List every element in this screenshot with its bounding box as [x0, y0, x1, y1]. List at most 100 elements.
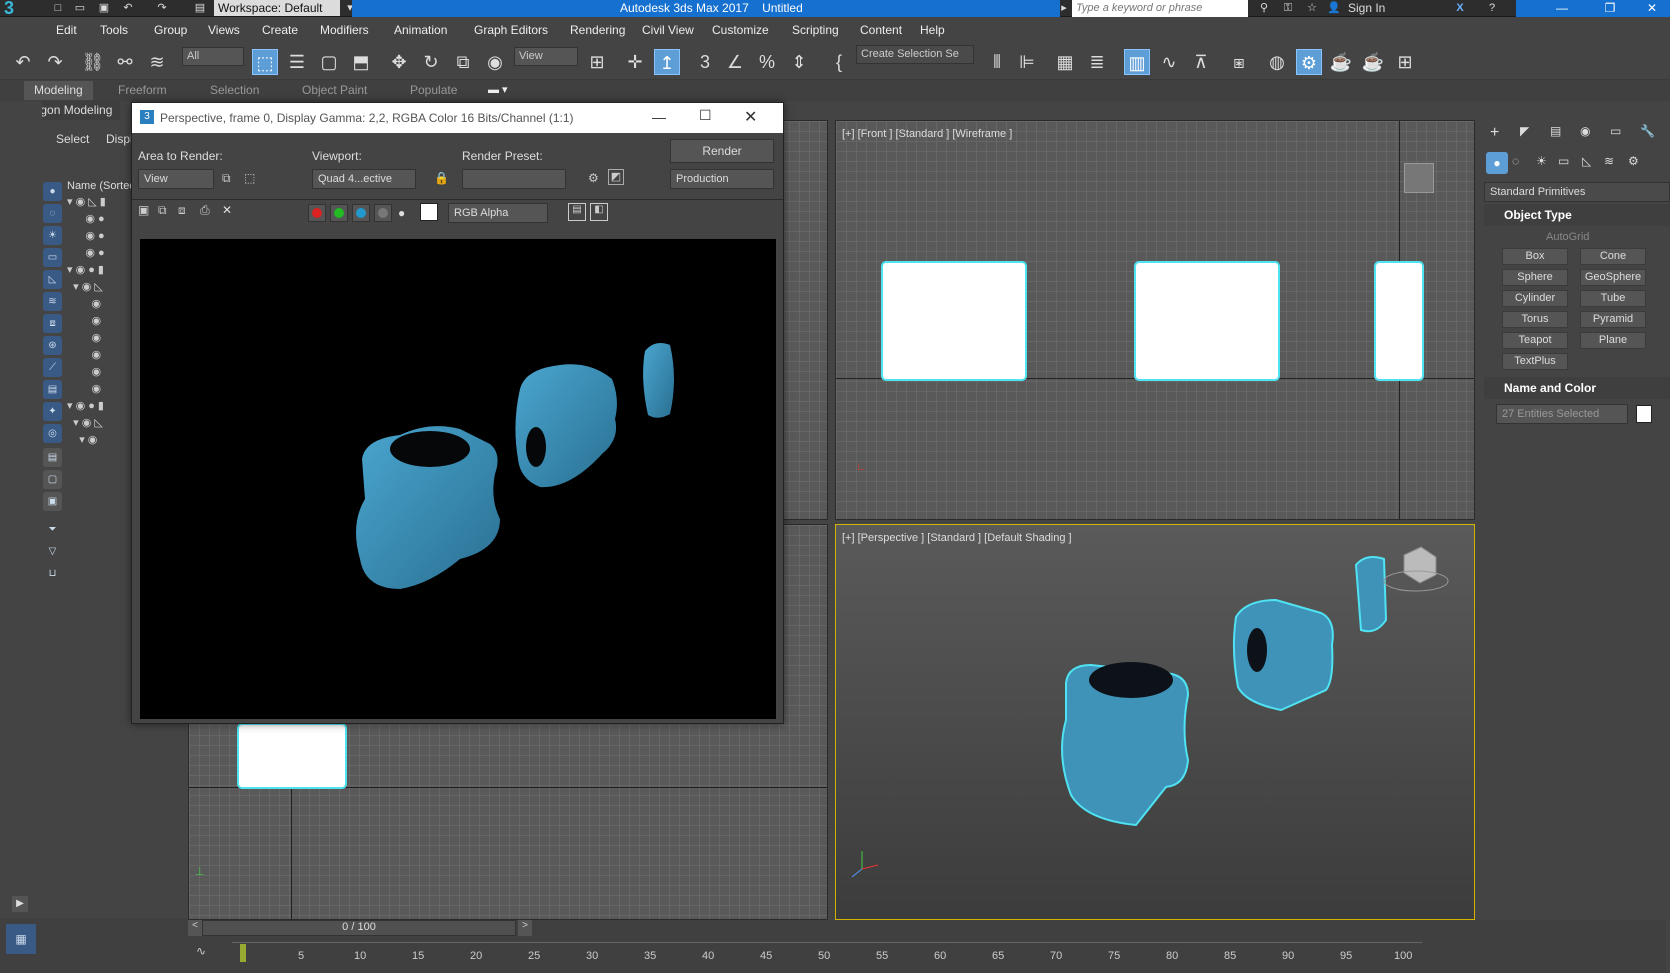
- geosphere-button[interactable]: GeoSphere: [1580, 269, 1646, 286]
- menu-create[interactable]: Create: [262, 23, 298, 37]
- menu-scripting[interactable]: Scripting: [792, 23, 839, 37]
- box-button[interactable]: Box: [1502, 248, 1568, 265]
- render-preset-dropdown[interactable]: [462, 169, 566, 189]
- tab-selection[interactable]: Selection: [210, 83, 259, 97]
- percent-snap-icon[interactable]: %: [754, 49, 780, 75]
- render-window-title[interactable]: Perspective, frame 0, Display Gamma: 2,2…: [132, 103, 783, 133]
- bind-space-warp-icon[interactable]: ≋: [144, 49, 170, 75]
- open-file-icon[interactable]: ▭: [72, 1, 88, 15]
- hierarchy-tab-icon[interactable]: ▤: [1550, 124, 1561, 138]
- reference-coordinate-dropdown[interactable]: View: [514, 47, 578, 66]
- help-icon[interactable]: ?: [1484, 1, 1500, 15]
- project-icon[interactable]: ▤: [192, 1, 208, 15]
- rw-close-button[interactable]: ✕: [744, 107, 757, 127]
- viewport-layout-icon[interactable]: ⊞: [1392, 49, 1418, 75]
- motion-tab-icon[interactable]: ◉: [1580, 124, 1590, 138]
- name-column-header[interactable]: Name (Sorted: [67, 180, 135, 192]
- star-icon[interactable]: ☆: [1304, 1, 1320, 15]
- snaps-toggle-icon[interactable]: 3: [692, 49, 718, 75]
- edit-region-icon[interactable]: ⧉: [222, 171, 231, 186]
- new-file-icon[interactable]: □: [50, 1, 66, 15]
- systems-icon[interactable]: ⚙: [1628, 154, 1639, 168]
- red-channel-button[interactable]: [308, 204, 326, 222]
- sphere-button[interactable]: Sphere: [1502, 269, 1568, 286]
- save-image-icon[interactable]: ▣: [138, 203, 149, 217]
- display-bones-icon[interactable]: ⟋: [43, 358, 62, 377]
- viewport-front[interactable]: [+] [Front ] [Standard ] [Wireframe ] ∟: [835, 120, 1475, 520]
- selection-filter-dropdown[interactable]: All: [182, 47, 244, 66]
- cone-button[interactable]: Cone: [1580, 248, 1646, 265]
- time-next-button[interactable]: >: [518, 920, 532, 936]
- play-arrow-icon[interactable]: ▶: [12, 896, 28, 912]
- menu-group[interactable]: Group: [154, 23, 187, 37]
- toggle-ui-icon[interactable]: ▤: [568, 203, 586, 221]
- menu-content[interactable]: Content: [860, 23, 902, 37]
- material-editor-icon[interactable]: ◍: [1264, 49, 1290, 75]
- filter-funnel-icon[interactable]: ▽: [43, 542, 62, 561]
- key-icon[interactable]: ⚿: [1280, 1, 1296, 15]
- render-button[interactable]: Render: [670, 139, 774, 163]
- menu-modifiers[interactable]: Modifiers: [320, 23, 369, 37]
- viewport-dropdown[interactable]: Quad 4...ective: [312, 169, 416, 189]
- display-spacewarps-icon[interactable]: ≋: [43, 292, 62, 311]
- object-type-rollout[interactable]: Object Type: [1484, 204, 1670, 226]
- unlink-icon[interactable]: ⚯: [112, 49, 138, 75]
- link-icon[interactable]: ⛓: [80, 49, 106, 75]
- six-pack-small[interactable]: [1232, 598, 1334, 712]
- display-cameras-icon[interactable]: ▭: [43, 248, 62, 267]
- display-tab-icon[interactable]: ▭: [1610, 124, 1621, 138]
- select-by-name-icon[interactable]: ☰: [284, 49, 310, 75]
- geometry-icon[interactable]: ●: [1486, 152, 1508, 174]
- tab-select[interactable]: Select: [56, 132, 89, 146]
- menu-help[interactable]: Help: [920, 23, 945, 37]
- move-icon[interactable]: ✥: [386, 49, 412, 75]
- shapes-icon[interactable]: ◌: [1512, 154, 1519, 168]
- scale-icon[interactable]: ⧉: [450, 49, 476, 75]
- viewport-label-front[interactable]: [+] [Front ] [Standard ] [Wireframe ]: [842, 128, 1012, 140]
- helpers-icon[interactable]: ◺: [1582, 154, 1591, 168]
- search-input[interactable]: Type a keyword or phrase: [1072, 0, 1248, 17]
- create-tab-icon[interactable]: +: [1490, 124, 1499, 142]
- viewcube-icon[interactable]: [1383, 546, 1449, 592]
- print-image-icon[interactable]: ⎙: [200, 203, 210, 218]
- menu-views[interactable]: Views: [208, 23, 240, 37]
- left-view-object[interactable]: [237, 723, 347, 789]
- area-to-render-dropdown[interactable]: View: [138, 169, 214, 189]
- production-dropdown[interactable]: Production: [670, 169, 774, 189]
- tab-populate[interactable]: Populate: [410, 83, 457, 97]
- pyramid-button[interactable]: Pyramid: [1580, 311, 1646, 328]
- menu-graph-editors[interactable]: Graph Editors: [474, 23, 548, 37]
- align-icon[interactable]: ⊫: [1014, 49, 1040, 75]
- frozen-objects-icon[interactable]: ▢: [43, 470, 62, 489]
- display-lights-icon[interactable]: ☀: [43, 226, 62, 245]
- tab-freeform[interactable]: Freeform: [118, 83, 167, 97]
- menu-civil-view[interactable]: Civil View: [642, 23, 694, 37]
- render-production-icon[interactable]: ☕: [1360, 49, 1386, 75]
- expand-arrow-icon[interactable]: ▸: [1056, 1, 1072, 15]
- front-object-1[interactable]: [881, 261, 1027, 381]
- front-object-2[interactable]: [1134, 261, 1280, 381]
- display-groups-icon[interactable]: ⧈: [43, 314, 62, 333]
- layer-explorer-icon[interactable]: ▦: [1052, 49, 1078, 75]
- six-pack-large[interactable]: [1061, 662, 1190, 827]
- green-channel-button[interactable]: [330, 204, 348, 222]
- toggle-overlays-icon[interactable]: ◧: [590, 203, 608, 221]
- copy-image-icon[interactable]: ⧉: [158, 203, 167, 218]
- sign-in-button[interactable]: Sign In: [1348, 1, 1385, 15]
- primitive-category-dropdown[interactable]: Standard Primitives: [1484, 182, 1670, 202]
- display-helpers-icon[interactable]: ◺: [43, 270, 62, 289]
- torus-button[interactable]: Torus: [1502, 311, 1568, 328]
- binoculars-icon[interactable]: ⚲: [1256, 1, 1272, 15]
- mirror-icon[interactable]: ⫴: [984, 49, 1010, 75]
- undo-icon[interactable]: ↶: [10, 49, 36, 75]
- undo-icon[interactable]: ↶: [120, 1, 136, 15]
- modify-tab-icon[interactable]: ◤: [1520, 124, 1529, 138]
- edit-named-selection-icon[interactable]: {: [826, 49, 852, 75]
- select-manipulate-icon[interactable]: ✛: [622, 49, 648, 75]
- sort-icon[interactable]: ▣: [43, 492, 62, 511]
- clone-window-icon[interactable]: ⧈: [178, 203, 186, 218]
- textplus-button[interactable]: TextPlus: [1502, 353, 1568, 370]
- time-slider[interactable]: 0 / 100: [202, 920, 516, 936]
- workspace-dropdown[interactable]: Workspace: Default: [214, 0, 340, 16]
- autogrid-checkbox[interactable]: AutoGrid: [1546, 231, 1589, 243]
